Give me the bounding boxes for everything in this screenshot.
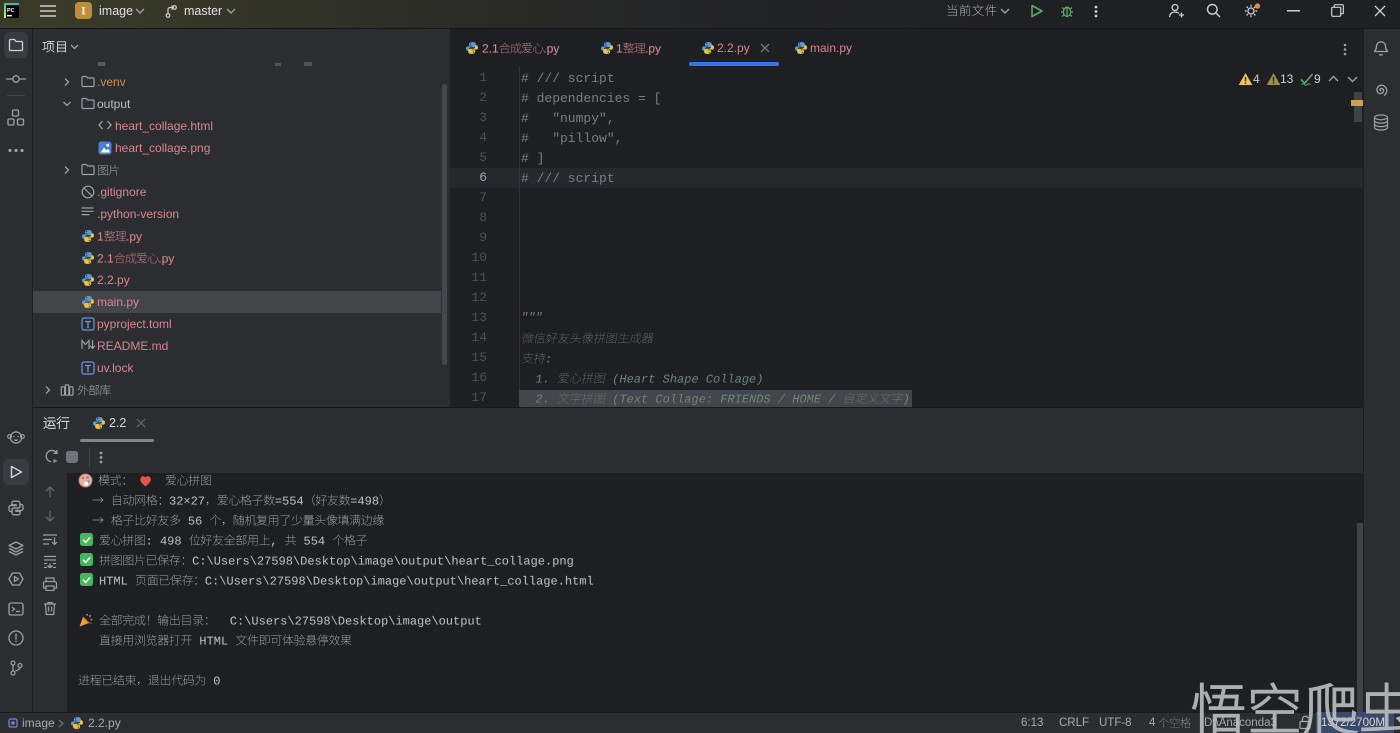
svg-text:PC: PC: [7, 8, 15, 14]
svg-text:I: I: [81, 4, 86, 18]
